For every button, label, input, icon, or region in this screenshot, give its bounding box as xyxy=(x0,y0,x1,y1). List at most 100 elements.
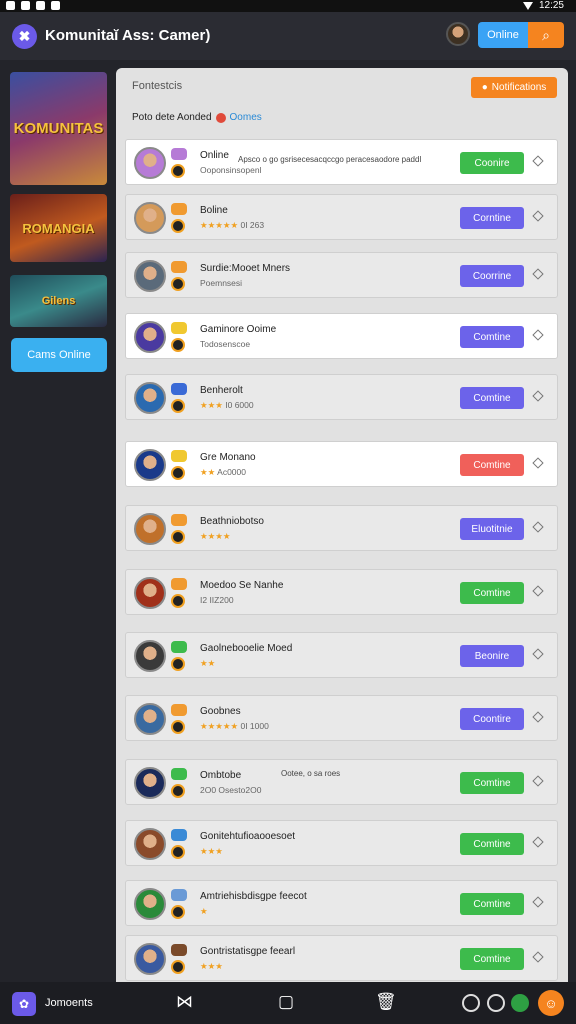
continue-button[interactable]: Comtine xyxy=(460,893,524,915)
more-options-icon[interactable] xyxy=(532,836,544,848)
list-item[interactable]: Moedoo Se Nanhe I2 IIZ200 Comtine xyxy=(125,569,558,615)
bottom-app-icon[interactable]: ✿ xyxy=(12,992,36,1016)
more-options-icon[interactable] xyxy=(532,155,544,167)
avatar[interactable] xyxy=(134,943,166,975)
filter-games-link[interactable]: Oomes xyxy=(230,112,262,123)
list-item[interactable]: Online Ooponsinsopenl Apsco o go gsriseces… xyxy=(125,139,558,185)
avatar[interactable] xyxy=(134,382,166,414)
more-options-icon[interactable] xyxy=(532,457,544,469)
more-options-icon[interactable] xyxy=(532,951,544,963)
user-avatar[interactable] xyxy=(446,22,470,46)
more-options-icon[interactable] xyxy=(532,210,544,222)
item-subtitle-text: I2 IIZ200 xyxy=(200,595,234,605)
more-options-icon[interactable] xyxy=(532,711,544,723)
continue-button[interactable]: Comtine xyxy=(460,582,524,604)
list-item[interactable]: Ombtobe 2O0 Osesto2O0 Ootee, o sa roes Comt… xyxy=(125,759,558,805)
status-badges xyxy=(171,704,187,734)
avatar[interactable] xyxy=(134,577,166,609)
continue-button[interactable]: Eluotitnie xyxy=(460,518,524,540)
power-icon[interactable] xyxy=(462,994,480,1012)
item-name: Gaolnebooelie Moed xyxy=(200,643,293,654)
level-badge-icon xyxy=(171,164,185,178)
avatar[interactable] xyxy=(134,449,166,481)
continue-button[interactable]: Comtine xyxy=(460,833,524,855)
more-options-icon[interactable] xyxy=(532,896,544,908)
trash-icon[interactable]: 🗑 xyxy=(375,992,397,1012)
continue-button[interactable]: Beonire xyxy=(460,645,524,667)
list-item[interactable]: Gaminore Ooime Todosenscoe Comtine xyxy=(125,313,558,359)
settings-icon[interactable] xyxy=(487,994,505,1012)
avatar[interactable] xyxy=(134,147,166,179)
list-item[interactable]: Benherolt ★★★ I0 6000 Comtine xyxy=(125,374,558,420)
main-panel: Fontestcis ● Notifications Poto dete Aon… xyxy=(116,68,568,982)
status-badges xyxy=(171,768,187,798)
list-item[interactable]: Gre Monano ★★ Ac0000 Comtine xyxy=(125,441,558,487)
item-subtitle: I2 IIZ200 xyxy=(200,595,234,605)
rating-stars: ★★★ xyxy=(200,846,223,856)
promo-banner-2[interactable]: ROMANGIA xyxy=(10,194,107,262)
more-options-icon[interactable] xyxy=(532,585,544,597)
list-item[interactable]: Amtriehisbdisgpe feecot ★ Comtine xyxy=(125,880,558,926)
rank-badge-icon xyxy=(171,203,187,215)
item-subtitle-text: 0I 263 xyxy=(240,220,265,230)
more-options-icon[interactable] xyxy=(532,648,544,660)
avatar[interactable] xyxy=(134,321,166,353)
online-button[interactable]: Online xyxy=(478,22,528,48)
item-subtitle: ★★ xyxy=(200,658,215,669)
continue-button[interactable]: Comtine xyxy=(460,387,524,409)
avatar[interactable] xyxy=(134,703,166,735)
more-options-icon[interactable] xyxy=(532,521,544,533)
home-icon[interactable]: ▢ xyxy=(278,992,294,1012)
list-item[interactable]: Gontristatisgpe feearl ★★★ Comtine xyxy=(125,935,558,981)
list-item[interactable]: Beathniobotso ★★★★ Eluotitnie xyxy=(125,505,558,551)
item-subtitle: ★★★★ xyxy=(200,531,230,542)
rank-badge-icon xyxy=(171,768,187,780)
avatar[interactable] xyxy=(134,202,166,234)
back-icon[interactable]: ⋈ xyxy=(176,992,193,1012)
notifications-button[interactable]: ● Notifications xyxy=(471,77,557,98)
continue-button[interactable]: Coonire xyxy=(460,152,524,174)
continue-button[interactable]: Coorrine xyxy=(460,265,524,287)
app-logo-icon[interactable]: ✖ xyxy=(12,24,37,49)
rank-badge-icon xyxy=(171,383,187,395)
continue-button[interactable]: Comtine xyxy=(460,772,524,794)
more-options-icon[interactable] xyxy=(532,775,544,787)
avatar[interactable] xyxy=(134,767,166,799)
item-name: Moedoo Se Nanhe xyxy=(200,580,284,591)
continue-button[interactable]: Comtine xyxy=(460,326,524,348)
sidebar-cams-online-button[interactable]: Cams Online xyxy=(11,338,107,372)
promo-banner-1[interactable]: KOMUNITAS xyxy=(10,72,107,185)
panel-title: Fontestcis xyxy=(132,80,183,92)
more-options-icon[interactable] xyxy=(532,390,544,402)
list-item[interactable]: Gonitehtufioaooesoet ★★★ Comtine xyxy=(125,820,558,866)
list-item[interactable]: Surdie:Mooet Mners Poemnsesi Coorrine xyxy=(125,252,558,298)
rating-stars: ★★★★★ xyxy=(200,220,239,230)
item-name: Ombtobe xyxy=(200,770,242,781)
more-options-icon[interactable] xyxy=(532,329,544,341)
rank-badge-icon xyxy=(171,450,187,462)
item-subtitle-text: Todosenscoe xyxy=(200,339,251,349)
search-button[interactable]: ⌕ xyxy=(528,22,564,48)
avatar[interactable] xyxy=(134,640,166,672)
app-header: ✖ Komunitaĭ Ass: Camer) Online ⌕ xyxy=(0,12,576,60)
item-subtitle: ★★★ I0 6000 xyxy=(200,400,254,411)
status-online-icon[interactable] xyxy=(511,994,529,1012)
continue-button[interactable]: Comtine xyxy=(460,454,524,476)
promo-banner-3[interactable]: Gilens xyxy=(10,275,107,327)
continue-button[interactable]: Comtine xyxy=(460,948,524,970)
more-options-icon[interactable] xyxy=(532,268,544,280)
item-subtitle-text: Ooponsinsopenl xyxy=(200,165,262,175)
avatar[interactable] xyxy=(134,888,166,920)
avatar[interactable] xyxy=(134,260,166,292)
chat-icon[interactable]: ☺ xyxy=(538,990,564,1016)
continue-button[interactable]: Coontire xyxy=(460,708,524,730)
list-item[interactable]: Boline ★★★★★ 0I 263 Corntine xyxy=(125,194,558,240)
continue-button[interactable]: Corntine xyxy=(460,207,524,229)
list-item[interactable]: Goobnes ★★★★★ 0I 1000 Coontire xyxy=(125,695,558,741)
item-name: Goobnes xyxy=(200,706,241,717)
avatar[interactable] xyxy=(134,828,166,860)
level-badge-icon xyxy=(171,338,185,352)
item-subtitle: Ooponsinsopenl xyxy=(200,165,261,175)
list-item[interactable]: Gaolnebooelie Moed ★★ Beonire xyxy=(125,632,558,678)
avatar[interactable] xyxy=(134,513,166,545)
